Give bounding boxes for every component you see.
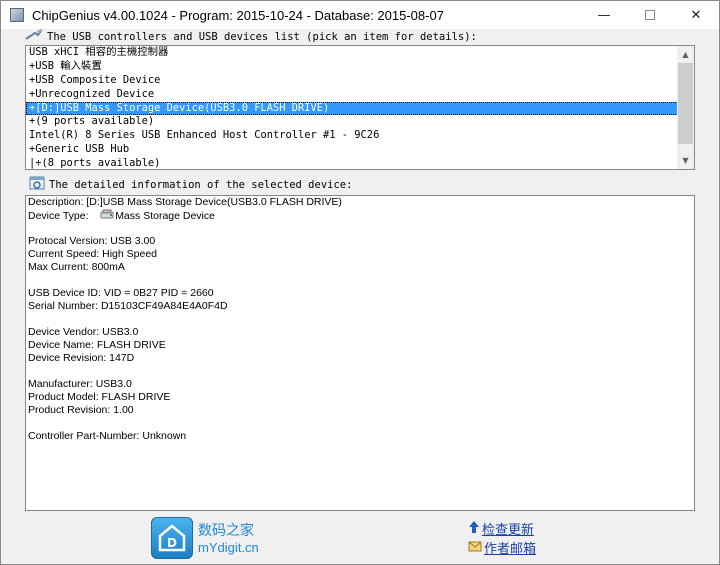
detail-controller-part-number: Controller Part-Number: Unknown bbox=[28, 430, 187, 442]
detail-current-speed: Current Speed: High Speed bbox=[28, 248, 157, 260]
devices-list-header: The USB controllers and USB devices list… bbox=[25, 28, 477, 44]
details-header: The detailed information of the selected… bbox=[29, 176, 353, 193]
detail-max-current: Max Current: 800mA bbox=[28, 261, 125, 273]
detail-protocol-version: Protocal Version: USB 3.00 bbox=[28, 235, 156, 247]
list-item[interactable]: |+(8 ports available) bbox=[26, 157, 678, 169]
detail-usb-device-id: USB Device ID: VID = 0B27 PID = 2660 bbox=[28, 287, 214, 299]
scroll-thumb[interactable] bbox=[678, 63, 693, 144]
list-item-selected[interactable]: +[D:]USB Mass Storage Device(USB3.0 FLAS… bbox=[26, 101, 678, 116]
detail-device-revision: Device Revision: 147D bbox=[28, 352, 135, 364]
envelope-icon bbox=[468, 540, 482, 556]
scroll-down-arrow[interactable]: ▼ bbox=[677, 152, 694, 169]
check-update-label: 检查更新 bbox=[482, 523, 535, 538]
detail-device-type-value: Mass Storage Device bbox=[115, 209, 215, 222]
detail-product-model: Product Model: FLASH DRIVE bbox=[28, 391, 171, 403]
close-button[interactable]: ✕ bbox=[673, 1, 719, 29]
logo-text-chinese[interactable]: 数码之家 bbox=[198, 520, 254, 540]
window-title: ChipGenius v4.00.1024 - Program: 2015-10… bbox=[32, 7, 444, 23]
chipgenius-app-icon bbox=[10, 8, 24, 22]
detail-device-type-label: Device Type: bbox=[28, 209, 89, 222]
footer: D 数码之家 mYdigit.cn 检查更新 作者邮箱 bbox=[1, 513, 719, 564]
list-item[interactable]: Intel(R) 8 Series USB Enhanced Host Cont… bbox=[26, 129, 678, 143]
devices-list-rows: USB xHCI 相容的主機控制器 +USB 輸入裝置 +USB Composite… bbox=[26, 46, 678, 169]
detail-device-type: Device Type: Mass Storage Device bbox=[26, 209, 694, 222]
maximize-icon bbox=[645, 10, 655, 20]
devices-list-label: The USB controllers and USB devices list… bbox=[47, 30, 477, 43]
client-area: The USB controllers and USB devices list… bbox=[1, 28, 719, 564]
author-email-link[interactable]: 作者邮箱 bbox=[468, 538, 536, 557]
detail-manufacturer: Manufacturer: USB3.0 bbox=[28, 378, 132, 390]
drive-icon bbox=[100, 209, 114, 223]
list-item[interactable]: +USB Composite Device bbox=[26, 74, 678, 88]
logo-text-url[interactable]: mYdigit.cn bbox=[198, 540, 259, 555]
details-label: The detailed information of the selected… bbox=[49, 178, 353, 191]
author-email-label: 作者邮箱 bbox=[484, 542, 537, 557]
detail-description: Description: [D:]USB Mass Storage Device… bbox=[28, 196, 342, 208]
app-window: ChipGenius v4.00.1024 - Program: 2015-10… bbox=[0, 0, 720, 565]
list-item[interactable]: +Unrecognized Device bbox=[26, 88, 678, 102]
list-item[interactable]: +(9 ports available) bbox=[26, 115, 678, 129]
window-controls: — ✕ bbox=[581, 1, 719, 29]
mydigit-logo-icon[interactable]: D bbox=[151, 517, 193, 559]
info-window-icon bbox=[29, 176, 45, 193]
list-item[interactable]: USB xHCI 相容的主機控制器 bbox=[26, 46, 678, 60]
devices-listbox[interactable]: USB xHCI 相容的主機控制器 +USB 輸入裝置 +USB Composite… bbox=[25, 45, 695, 170]
devices-list-scrollbar[interactable]: ▲ ▼ bbox=[677, 46, 694, 169]
minimize-button[interactable]: — bbox=[581, 1, 627, 29]
detail-serial-number: Serial Number: D15103CF49A84E4A0F4D bbox=[28, 300, 228, 312]
check-update-link[interactable]: 检查更新 bbox=[468, 519, 534, 538]
list-item[interactable]: +USB 輸入裝置 bbox=[26, 60, 678, 74]
details-textbox[interactable]: Description: [D:]USB Mass Storage Device… bbox=[25, 195, 695, 511]
maximize-button[interactable] bbox=[627, 1, 673, 29]
detail-device-name: Device Name: FLASH DRIVE bbox=[28, 339, 166, 351]
scroll-up-arrow[interactable]: ▲ bbox=[677, 46, 694, 63]
list-item[interactable]: +Generic USB Hub bbox=[26, 143, 678, 157]
title-bar: ChipGenius v4.00.1024 - Program: 2015-10… bbox=[1, 1, 719, 29]
detail-product-revision: Product Revision: 1.00 bbox=[28, 404, 134, 416]
logo-letter: D bbox=[167, 536, 177, 550]
up-arrow-icon bbox=[468, 520, 480, 538]
usb-cable-icon bbox=[25, 28, 43, 44]
detail-device-vendor: Device Vendor: USB3.0 bbox=[28, 326, 139, 338]
